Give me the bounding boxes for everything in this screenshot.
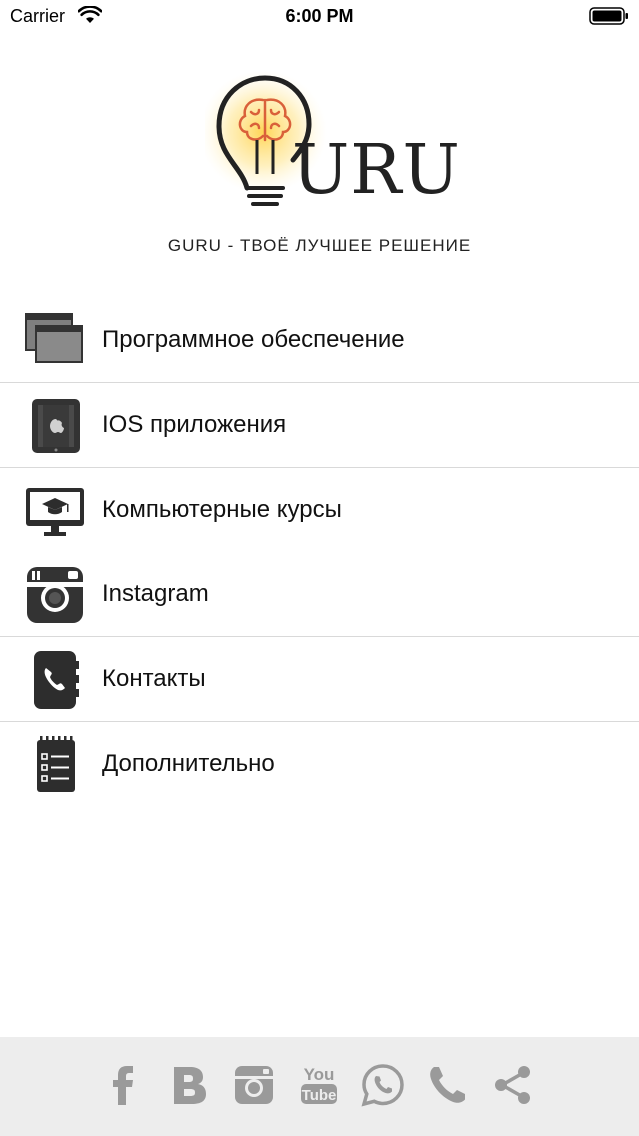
status-time: 6:00 PM [285,6,354,26]
menu-item-contacts[interactable]: Контакты [0,637,639,722]
whatsapp-icon[interactable] [361,1063,405,1107]
menu-item-label: Контакты [102,665,206,692]
svg-text:Tube: Tube [302,1087,337,1104]
monitor-graduation-icon [26,488,84,536]
youtube-icon[interactable]: You Tube [297,1063,341,1107]
menu-item-label: Instagram [102,580,209,607]
menu-item-label: Компьютерные курсы [102,496,342,523]
menu-item-software[interactable]: Программное обеспечение [0,298,639,383]
menu-item-additional[interactable]: Дополнительно [0,722,639,806]
windows-icon [25,313,83,363]
logo-wordmark: URU [292,131,461,210]
main-menu: Программное обеспечение IOS приложения К… [0,298,639,806]
notepad-list-icon [37,736,75,792]
vk-icon[interactable] [168,1063,212,1107]
instagram-icon[interactable] [232,1063,276,1107]
facebook-icon[interactable] [102,1063,146,1107]
menu-item-instagram[interactable]: Instagram [0,552,639,637]
phone-icon[interactable] [425,1063,469,1107]
svg-text:You: You [304,1065,335,1084]
phone-book-icon [34,651,79,709]
social-bar: You Tube [0,1037,639,1136]
ipad-icon [32,399,80,453]
menu-item-label: Дополнительно [102,750,275,777]
menu-item-computer-courses[interactable]: Компьютерные курсы [0,468,639,552]
menu-item-label: Программное обеспечение [102,326,405,353]
battery-icon [589,7,628,25]
tagline: GURU - ТВОЁ ЛУЧШЕЕ РЕШЕНИЕ [167,236,472,255]
app-screen: Carrier 6:00 PM URU GURU - ТВОЁ ЛУЧШЕЕ Р… [0,0,639,1136]
menu-item-ios-apps[interactable]: IOS приложения [0,383,639,468]
share-icon[interactable] [491,1063,535,1107]
instagram-icon [27,567,83,623]
menu-item-label: IOS приложения [102,411,287,438]
status-bar: Carrier 6:00 PM [0,0,639,34]
